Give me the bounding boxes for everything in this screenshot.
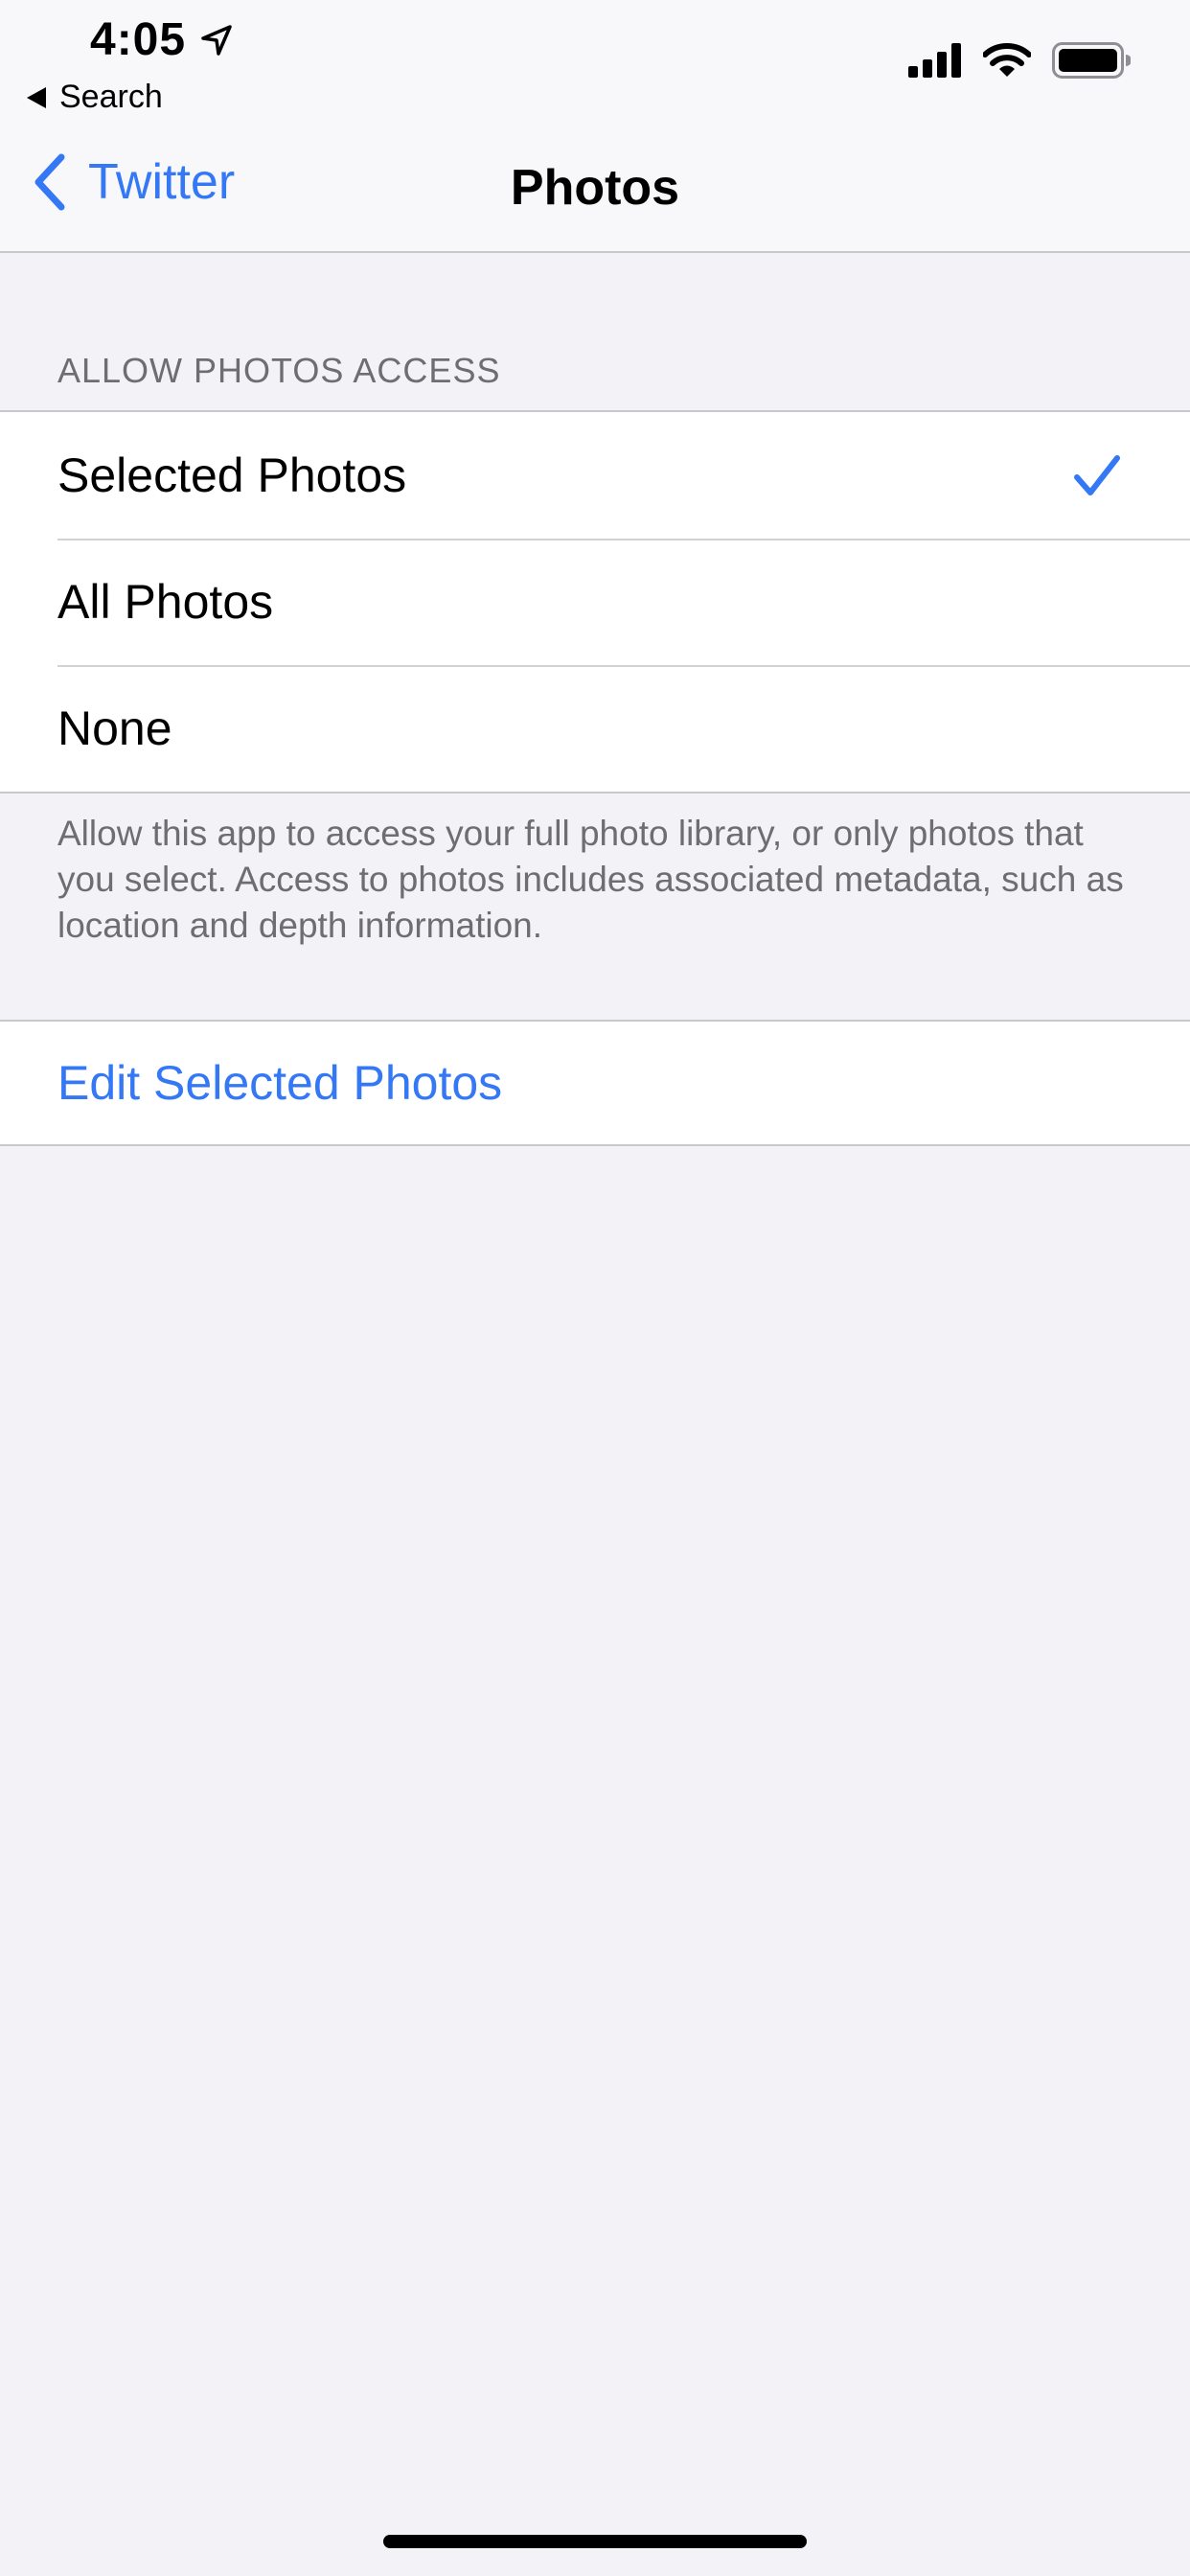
status-time: 4:05 — [90, 14, 187, 65]
option-selected-photos[interactable]: Selected Photos — [0, 412, 1190, 539]
cellular-signal-icon — [908, 43, 961, 78]
edit-selected-group: Edit Selected Photos — [0, 1020, 1190, 1146]
option-label: None — [57, 702, 172, 755]
photos-access-options: Selected Photos All Photos None — [0, 410, 1190, 794]
back-to-app-link[interactable]: Search — [27, 79, 163, 116]
edit-selected-photos-button[interactable]: Edit Selected Photos — [0, 1022, 1190, 1144]
settings-screen: 4:05 Search Twitter Photos ALLOW PHOTOS … — [0, 0, 1190, 2576]
status-icons — [908, 42, 1131, 79]
option-label: All Photos — [57, 575, 274, 629]
page-title: Photos — [510, 160, 680, 216]
section-header: ALLOW PHOTOS ACCESS — [57, 351, 501, 390]
home-indicator[interactable] — [383, 2535, 807, 2548]
option-all-photos[interactable]: All Photos — [0, 539, 1190, 665]
status-time-group: 4:05 — [90, 13, 236, 66]
option-none[interactable]: None — [0, 665, 1190, 792]
wifi-icon — [983, 43, 1031, 77]
back-to-app-label: Search — [59, 79, 163, 115]
checkmark-icon — [1074, 455, 1120, 495]
back-triangle-icon — [27, 86, 46, 108]
section-footer: Allow this app to access your full photo… — [57, 814, 1124, 945]
battery-icon — [1052, 42, 1131, 79]
option-label: Selected Photos — [57, 448, 407, 502]
top-bar: 4:05 Search Twitter Photos — [0, 0, 1190, 253]
location-arrow-icon — [201, 24, 232, 56]
